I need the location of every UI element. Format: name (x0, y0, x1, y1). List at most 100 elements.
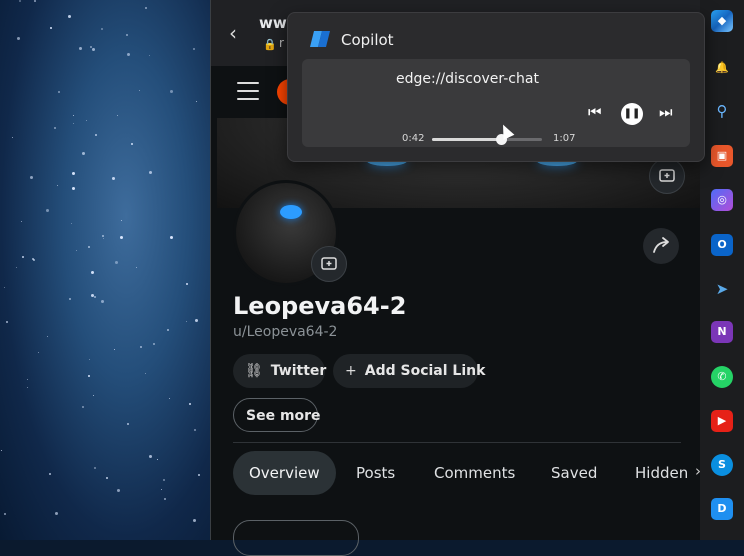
see-more-button[interactable]: See more (233, 398, 321, 432)
pause-icon[interactable]: ❚❚ (621, 103, 643, 125)
share-icon[interactable] (643, 228, 679, 264)
edge-sidebar: ◆ 🔔 ⚲ ▣ ◎ O ➤ N ✆ ▶ S D (700, 0, 744, 540)
add-social-link-label: Add Social Link (364, 363, 486, 379)
wallpaper-star (120, 236, 124, 239)
copilot-icon[interactable]: ◆ (711, 10, 733, 32)
wallpaper-star (92, 395, 94, 397)
wallpaper-star (93, 296, 96, 299)
tab-comments[interactable]: Comments (434, 451, 515, 495)
url-subtext: r (279, 36, 284, 50)
tab-saved[interactable]: Saved (551, 451, 597, 495)
wallpaper-star (72, 187, 76, 191)
tab-overview[interactable]: Overview (233, 451, 336, 495)
wallpaper-star (162, 479, 165, 482)
toolbox-icon[interactable]: ▣ (711, 145, 733, 167)
wallpaper-star (57, 184, 59, 186)
wallpaper-star (149, 55, 151, 57)
twitter-link-label: Twitter (270, 363, 327, 379)
whatsapp-icon[interactable]: ✆ (711, 366, 733, 388)
next-track-icon[interactable]: ⏭ (659, 103, 673, 121)
wallpaper-star (163, 497, 166, 500)
see-more-label: See more (246, 408, 321, 424)
tab-hidden[interactable]: Hidden (635, 451, 688, 495)
search-icon[interactable]: ⚲ (711, 100, 733, 122)
wallpaper-star (148, 171, 152, 175)
wallpaper-star (116, 488, 120, 492)
wallpaper-star (37, 351, 39, 353)
wallpaper-star (27, 379, 29, 381)
discord-icon[interactable]: D (711, 498, 733, 520)
bell-icon[interactable]: 🔔 (711, 57, 733, 79)
wallpaper-star (75, 249, 77, 251)
youtube-icon[interactable]: ▶ (711, 410, 733, 432)
avatar-camera-icon[interactable] (311, 246, 347, 282)
twitter-link-button[interactable]: ⛓ Twitter (233, 354, 327, 388)
previous-track-icon[interactable]: ⏮ (588, 103, 602, 121)
wallpaper-star (144, 373, 146, 375)
back-button[interactable]: ‹ (229, 22, 247, 44)
wallpaper-star (6, 321, 9, 324)
wallpaper-star (113, 348, 115, 350)
wallpaper-star (126, 33, 129, 36)
copilot-popup: Copilot edge://discover-chat ⏮ ❚❚ ⏭ 0:42… (287, 12, 705, 162)
profile-handle: u/Leopeva64-2 (233, 324, 338, 340)
banner-camera-icon[interactable] (649, 158, 685, 194)
wallpaper-star (193, 429, 196, 432)
wallpaper-star (192, 518, 196, 522)
lock-icon: 🔒 (263, 38, 277, 51)
time-total: 1:07 (553, 133, 576, 144)
wallpaper-star (90, 270, 94, 274)
tab-posts[interactable]: Posts (356, 451, 395, 495)
wallpaper-star (88, 358, 90, 360)
wallpaper-star (138, 90, 140, 92)
copilot-logo-icon (310, 29, 332, 49)
progress-fill (432, 138, 502, 141)
wallpaper-star (87, 374, 90, 377)
onenote-icon[interactable]: N (711, 321, 733, 343)
progress-slider[interactable] (432, 134, 542, 145)
wallpaper-star (49, 27, 52, 30)
telegram-icon[interactable]: ➤ (711, 278, 733, 300)
wallpaper-star (157, 459, 159, 461)
profile-tabs: Overview Posts Comments Saved Hidden (233, 451, 701, 495)
copilot-m365-icon[interactable]: ◎ (711, 189, 733, 211)
wallpaper-star (19, 0, 22, 3)
link-icon: ⛓ (245, 363, 263, 379)
wallpaper-star (186, 320, 188, 322)
wallpaper-star (90, 293, 94, 297)
wallpaper-star (73, 115, 75, 117)
plus-icon: + (345, 363, 357, 379)
wallpaper-star (139, 346, 142, 349)
wallpaper-star (149, 455, 153, 459)
wallpaper-star (67, 14, 71, 18)
wallpaper-star (105, 476, 108, 479)
wallpaper-star (161, 489, 163, 491)
wallpaper-star (112, 176, 116, 180)
wallpaper-star (4, 513, 7, 516)
wallpaper-star (189, 403, 192, 406)
wallpaper-star (198, 473, 201, 476)
wallpaper-star (4, 287, 6, 289)
wallpaper-star (166, 328, 169, 331)
wallpaper-star (194, 318, 198, 322)
wallpaper-star (153, 342, 156, 345)
wallpaper-star (102, 237, 104, 239)
wallpaper-star (114, 260, 118, 264)
skype-icon[interactable]: S (711, 454, 733, 476)
wallpaper-star (185, 282, 188, 285)
wallpaper-star (195, 101, 197, 103)
wallpaper-star (169, 397, 171, 399)
time-elapsed: 0:42 (402, 133, 425, 144)
hamburger-menu-icon[interactable] (237, 82, 259, 100)
wallpaper-star (93, 466, 96, 469)
media-title: edge://discover-chat (396, 71, 539, 87)
wallpaper-star (48, 473, 51, 475)
outlook-icon[interactable]: O (711, 234, 733, 256)
sort-dropdown-button[interactable] (233, 520, 359, 556)
wallpaper-star (144, 7, 147, 10)
wallpaper-star (47, 335, 49, 337)
add-social-link-button[interactable]: + Add Social Link (333, 354, 485, 388)
wallpaper-star (68, 297, 71, 300)
avatar-eye (280, 205, 302, 219)
wallpaper-star (81, 151, 85, 155)
